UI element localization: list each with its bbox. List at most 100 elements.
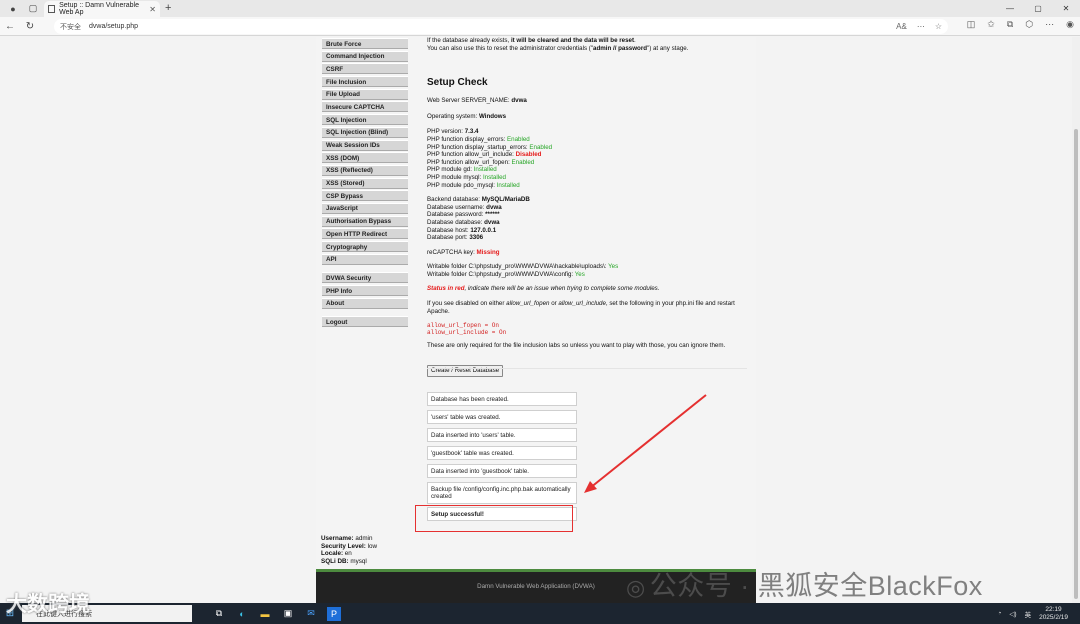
- network-icon[interactable]: ◔: [997, 610, 1001, 617]
- phpstudy-icon[interactable]: P: [327, 606, 341, 621]
- php-ini-code: allow_url_fopen = On allow_url_include =…: [427, 322, 507, 337]
- user-info: Username: admin Security Level: low Loca…: [321, 535, 378, 565]
- page-viewport: Brute Force Command Injection CSRF File Inc…: [0, 37, 1072, 603]
- watermark: ◎ 公众号 · 黑狐安全BlackFox: [626, 571, 983, 601]
- sidebar-item-php-info[interactable]: PHP Info: [322, 285, 408, 297]
- writable-folders: Writable folder C:\phpstudy_pro\WWW\DVWA…: [427, 263, 619, 278]
- favorites-icon[interactable]: ✩: [987, 19, 995, 30]
- extensions-icon[interactable]: ⬡: [1025, 19, 1033, 30]
- taskbar: ⊞ 在此键入进行搜索 ⧉ ◐ ▬ ▣ ✉ P ◔ ◁) 英 22:19 2025…: [0, 603, 1080, 624]
- php-check-row: PHP function allow_url_include: Disabled: [427, 151, 542, 159]
- sidebar-item-cryptography[interactable]: Cryptography: [322, 241, 408, 252]
- sidebar-item-javascript[interactable]: JavaScript: [322, 202, 408, 214]
- sidebar-menu: Brute Force Command Injection CSRF File Inc…: [322, 38, 408, 329]
- setup-message: Database has been created.: [427, 392, 577, 406]
- divider: [427, 368, 747, 369]
- tab-actions-icon[interactable]: ▢: [26, 2, 40, 16]
- sidebar-item-command-injection[interactable]: Command Injection: [322, 50, 408, 62]
- sidebar-item-logout[interactable]: Logout: [322, 316, 408, 328]
- sidebar-item-open-http-redirect[interactable]: Open HTTP Redirect: [322, 228, 408, 240]
- wechat-icon: ◎: [626, 575, 646, 600]
- back-icon[interactable]: ←: [0, 21, 20, 32]
- setup-message: Data inserted into 'guestbook' table.: [427, 464, 577, 478]
- php-version: PHP version: 7.3.4: [427, 128, 479, 136]
- php-check-row: PHP module gd: Installed: [427, 166, 497, 174]
- sidebar-item-weak-session-ids[interactable]: Weak Session IDs: [322, 139, 408, 151]
- copilot-icon[interactable]: ◉: [1066, 19, 1074, 30]
- php-check-row: PHP function display_startup_errors: Ena…: [427, 143, 553, 151]
- taskbar-apps: ⧉ ◐ ▬ ▣ ✉ P: [212, 606, 341, 621]
- vertical-scrollbar[interactable]: [1072, 37, 1080, 603]
- sidebar-item-about[interactable]: About: [322, 297, 408, 309]
- main-body: If the database already exists, it will …: [427, 37, 751, 377]
- sidebar-item-csp-bypass[interactable]: CSP Bypass: [322, 190, 408, 202]
- sidebar-item-file-upload[interactable]: File Upload: [322, 88, 408, 100]
- split-screen-icon[interactable]: ◫: [967, 19, 976, 30]
- collections-icon[interactable]: ⧉: [1007, 19, 1013, 30]
- server-name: Web Server SERVER_NAME: dvwa: [427, 97, 527, 105]
- address-bar-row: ← ↻ 不安全 dvwa/setup.php A& ⋯ ☆ ◫ ✩ ⧉ ⬡ ⋯ …: [0, 17, 1080, 36]
- close-window-icon[interactable]: ✕: [1052, 0, 1080, 16]
- operating-system: Operating system: Windows: [427, 112, 507, 120]
- sidebar-item-xss-stored[interactable]: XSS (Stored): [322, 177, 408, 189]
- volume-icon[interactable]: ◁): [1009, 610, 1016, 618]
- setup-check-title: Setup Check: [427, 77, 488, 89]
- favorite-star-icon[interactable]: ☆: [935, 22, 942, 31]
- tab-close-icon[interactable]: ✕: [149, 5, 156, 14]
- not-secure-label[interactable]: 不安全: [60, 22, 81, 32]
- window-controls: — ▢ ✕: [996, 0, 1080, 16]
- new-tab-icon[interactable]: +: [165, 2, 171, 14]
- read-aloud-icon[interactable]: A&: [896, 22, 907, 31]
- php-check-row: PHP module pdo_mysql: Installed: [427, 181, 520, 189]
- maximize-icon[interactable]: ▢: [1024, 0, 1052, 16]
- settings-more-icon[interactable]: ⋯: [1045, 19, 1054, 30]
- intro-line-1: If the database already exists, it will …: [427, 37, 636, 44]
- intro-line-2: You can also use this to reset the admin…: [427, 44, 689, 52]
- url-field[interactable]: 不安全 dvwa/setup.php A& ⋯ ☆: [54, 19, 948, 34]
- task-view-icon[interactable]: ⧉: [212, 607, 226, 621]
- sidebar-item-file-inclusion[interactable]: File Inclusion: [322, 76, 408, 88]
- php-check-row: PHP module mysql: Installed: [427, 173, 506, 181]
- browser-tab-bar: ● ▢ ▭ Setup :: Damn Vulnerable Web Ap ✕ …: [0, 0, 1080, 17]
- minimize-icon[interactable]: —: [996, 0, 1024, 16]
- sidebar-item-xss-dom[interactable]: XSS (DOM): [322, 152, 408, 164]
- bottom-watermark: 大数跨境: [6, 593, 90, 616]
- system-tray: ◔ ◁) 英 22:19 2025/2/19: [997, 603, 1068, 624]
- status-red-note: Status in red, indicate there will be an…: [427, 285, 660, 293]
- browser-toolbar: ◫ ✩ ⧉ ⬡ ⋯ ◉: [967, 19, 1074, 30]
- edge-icon[interactable]: ◐: [235, 607, 249, 621]
- sidebar-item-dvwa-security[interactable]: DVWA Security: [322, 272, 408, 284]
- ime-indicator[interactable]: 英: [1025, 609, 1032, 619]
- sidebar-item-authorisation-bypass[interactable]: Authorisation Bypass: [322, 215, 408, 227]
- scrollbar-thumb[interactable]: [1074, 129, 1078, 599]
- clock[interactable]: 22:19 2025/2/19: [1039, 606, 1068, 622]
- reload-icon[interactable]: ↻: [20, 21, 40, 32]
- sidebar-item-brute-force[interactable]: Brute Force: [322, 38, 408, 49]
- setup-message: Backup file /config/config.inc.php.bak a…: [427, 482, 577, 504]
- url-text[interactable]: dvwa/setup.php: [89, 23, 138, 30]
- setup-message: 'users' table was created.: [427, 410, 577, 424]
- sidebar-item-sql-injection-blind[interactable]: SQL Injection (Blind): [322, 126, 408, 138]
- tab-title: Setup :: Damn Vulnerable Web Ap: [59, 2, 139, 16]
- sidebar-item-csrf[interactable]: CSRF: [322, 63, 408, 75]
- highlight-annotation-box: [415, 505, 573, 532]
- sidebar-item-api[interactable]: API: [322, 253, 408, 265]
- store-icon[interactable]: ▣: [281, 607, 295, 621]
- php-check-row: PHP function display_errors: Enabled: [427, 135, 530, 143]
- profile-icon[interactable]: ●: [6, 2, 20, 16]
- setup-message: 'guestbook' table was created.: [427, 446, 577, 460]
- sidebar-item-xss-reflected[interactable]: XSS (Reflected): [322, 164, 408, 176]
- php-check-row: PHP function allow_url_fopen: Enabled: [427, 158, 535, 166]
- more-tools-icon[interactable]: ⋯: [917, 22, 925, 31]
- only-required-note: These are only required for the file inc…: [427, 342, 726, 350]
- browser-tab[interactable]: Setup :: Damn Vulnerable Web Ap ✕: [44, 1, 160, 17]
- page-favicon-icon: [48, 5, 56, 13]
- sidebar-item-insecure-captcha[interactable]: Insecure CAPTCHA: [322, 101, 408, 113]
- file-explorer-icon[interactable]: ▬: [258, 607, 272, 621]
- create-reset-database-button[interactable]: Create / Reset Database: [427, 364, 504, 377]
- disabled-note: If you see disabled on either allow_url_…: [427, 300, 735, 315]
- mail-icon[interactable]: ✉: [304, 607, 318, 621]
- recaptcha-key: reCAPTCHA key: Missing: [427, 248, 500, 256]
- php-checks-list: PHP function display_errors: Enabled PHP …: [427, 136, 751, 189]
- sidebar-item-sql-injection[interactable]: SQL Injection: [322, 114, 408, 126]
